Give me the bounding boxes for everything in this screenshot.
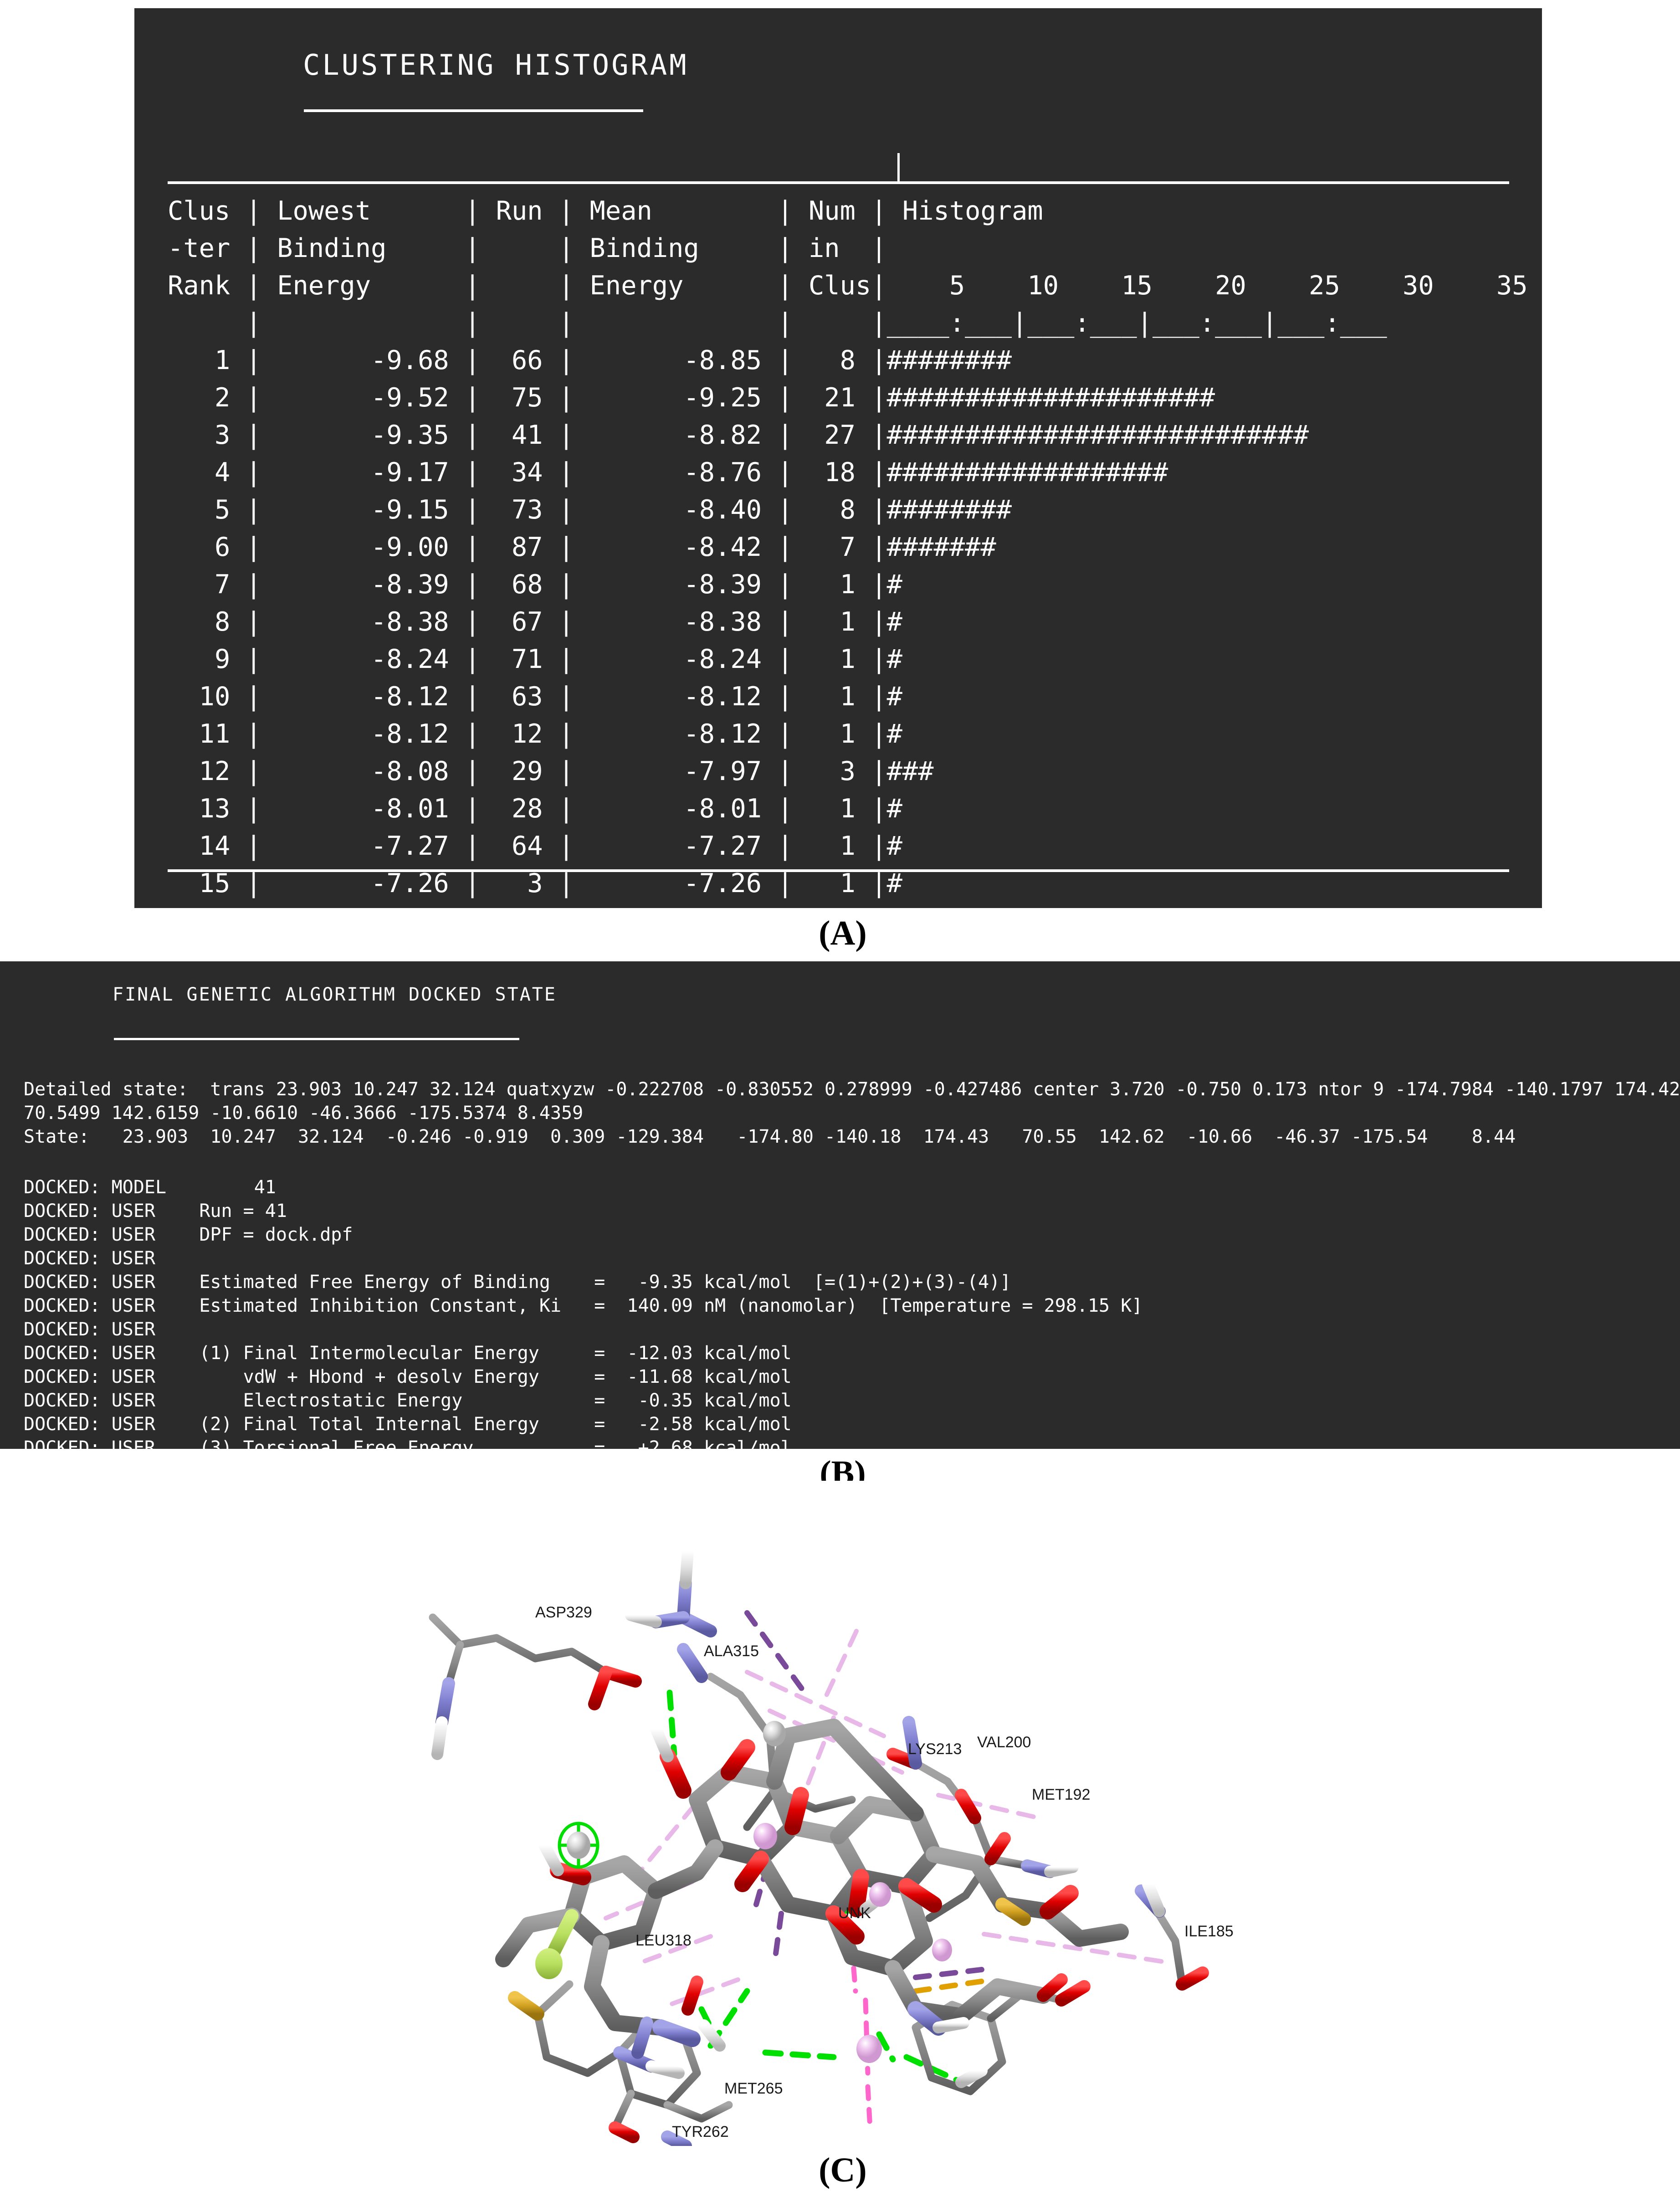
residue-label-val200: VAL200 [977, 1734, 1031, 1751]
residue-label-tyr262: TYR262 [672, 2123, 729, 2140]
detailed-state-block: Detailed state: trans 23.903 10.247 32.1… [24, 1079, 1680, 1147]
table-bottom-rule [168, 869, 1509, 872]
docking-pose-render: ASP329 ALA315 LYS213 VAL200 MET192 ILE18… [0, 1481, 1680, 2146]
residue-label-met265: MET265 [724, 2080, 783, 2097]
panel-a-title: CLUSTERING HISTOGRAM [303, 48, 689, 82]
residue-label-lys213: LYS213 [908, 1740, 962, 1758]
hbond-donor-feature-icon [558, 1822, 599, 1869]
panel-c-caption: (C) [819, 2151, 867, 2189]
table-top-rule [168, 181, 1509, 184]
clustering-table: Clus | Lowest | Run | Mean | Num | Histo… [168, 196, 1528, 898]
residue-label-ala315: ALA315 [704, 1642, 759, 1660]
docked-state-panel: FINAL GENETIC ALGORITHM DOCKED STATE Det… [0, 961, 1680, 1449]
panel-a-caption: (A) [819, 914, 867, 952]
terminal-a: CLUSTERING HISTOGRAM Clus | Lowest | Run… [134, 8, 1542, 908]
residue-label-met192: MET192 [1032, 1786, 1091, 1803]
histogram-column-tick [897, 153, 900, 181]
residue-label-leu318: LEU318 [635, 1932, 691, 1949]
residue-label-unk: UNK [838, 1904, 871, 1922]
clustering-histogram-panel: CLUSTERING HISTOGRAM Clus | Lowest | Run… [134, 8, 1542, 908]
panel-b-title: FINAL GENETIC ALGORITHM DOCKED STATE [113, 984, 557, 1005]
residue-label-asp329: ASP329 [535, 1604, 592, 1621]
panel-c-background [0, 1481, 1680, 2146]
docking-pose-panel: ASP329 ALA315 LYS213 VAL200 MET192 ILE18… [0, 1481, 1680, 2146]
panel-b-title-underline [114, 1038, 519, 1040]
residue-label-ile185: ILE185 [1184, 1923, 1234, 1940]
title-underline [304, 109, 643, 112]
docked-user-block: DOCKED: MODEL 41 DOCKED: USER Run = 41 D… [24, 1177, 1143, 1449]
terminal-b: FINAL GENETIC ALGORITHM DOCKED STATE Det… [0, 961, 1680, 1449]
